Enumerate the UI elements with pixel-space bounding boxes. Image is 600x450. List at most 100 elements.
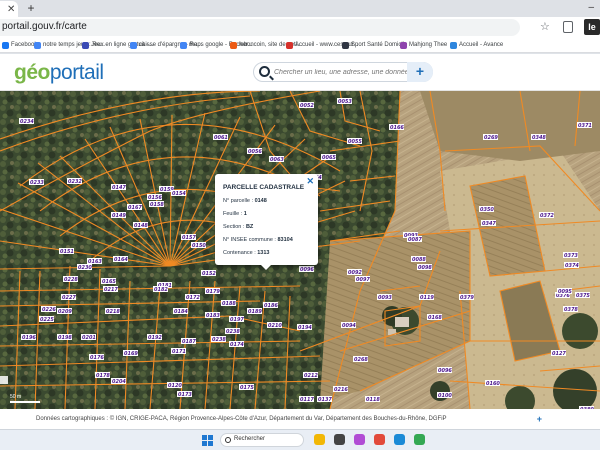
parcel-number-label[interactable]: 0178 [96,373,110,379]
parcel-number-label[interactable]: 0149 [112,213,126,219]
parcel-number-label[interactable]: 0119 [420,295,434,301]
windows-start-icon[interactable] [202,435,213,446]
chrome-icon[interactable] [414,434,425,445]
parcel-number-label[interactable]: 0065 [322,155,336,161]
parcel-number-label[interactable]: 0166 [390,125,404,131]
bookmark-star-icon[interactable]: ☆ [540,20,550,33]
extensions-icon[interactable] [563,21,573,33]
parcel-number-label[interactable]: 0226 [42,307,56,313]
parcel-number-label[interactable]: 0093 [378,295,392,301]
parcel-number-label[interactable]: 0233 [30,180,44,186]
parcel-number-label[interactable]: 0148 [134,223,148,229]
parcel-number-label[interactable]: 0192 [148,335,162,341]
parcel-number-label[interactable]: 0201 [82,335,96,341]
parcel-number-label[interactable]: 0348 [532,135,546,141]
parcel-number-label[interactable]: 0209 [58,309,72,315]
parcel-number-label[interactable]: 0174 [230,342,244,348]
parcel-number-label[interactable]: 0184 [174,309,188,315]
parcel-number-label[interactable]: 0061 [214,135,228,141]
parcel-number-label[interactable]: 0210 [268,323,282,329]
parcel-number-label[interactable]: 0173 [178,392,192,398]
parcel-number-label[interactable]: 0373 [564,253,578,259]
store-icon[interactable] [374,434,385,445]
search-icon[interactable] [259,66,270,77]
new-tab-button[interactable]: + [24,1,38,15]
parcel-number-label[interactable]: 0232 [68,179,82,185]
parcel-number-label[interactable]: 0096 [438,368,452,374]
parcel-number-label[interactable]: 0225 [40,317,54,323]
parcel-number-label[interactable]: 0187 [182,339,196,345]
parcel-number-label[interactable]: 0096 [300,267,314,273]
parcel-number-label[interactable]: 0238 [212,337,226,343]
parcel-number-label[interactable]: 0374 [565,263,579,269]
profile-avatar[interactable]: le [584,19,600,35]
parcel-number-label[interactable]: 0063 [270,157,284,163]
parcel-number-label[interactable]: 0172 [186,295,200,301]
parcel-number-label[interactable]: 0175 [240,385,254,391]
parcel-number-label[interactable]: 0154 [172,191,186,197]
parcel-number-label[interactable]: 0164 [114,257,128,263]
parcel-number-label[interactable]: 0182 [154,287,168,293]
map-view[interactable]: 0234005200530055006100560063006400650166… [0,91,600,409]
zoom-control[interactable] [0,376,8,384]
parcel-number-label[interactable]: 0371 [578,123,592,129]
parcel-number-label[interactable]: 0372 [540,213,554,219]
geoportail-logo[interactable]: géoportail [14,61,104,85]
parcel-number-label[interactable]: 0183 [206,313,220,319]
parcel-number-label[interactable]: 0197 [230,317,244,323]
parcel-number-label[interactable]: 0150 [192,243,206,249]
bookmark-item[interactable]: Sport Santé Domicile [342,40,407,50]
parcel-number-label[interactable]: 0268 [354,357,368,363]
search-input[interactable] [274,65,409,80]
parcel-number-label[interactable]: 0098 [418,265,432,271]
parcel-number-label[interactable]: 0189 [248,309,262,315]
close-tab-icon[interactable]: ✕ [7,2,15,18]
parcel-number-label[interactable]: 0227 [62,295,76,301]
parcel-number-label[interactable]: 0238 [226,329,240,335]
bookmark-item[interactable]: Accueil - Avance [450,40,503,50]
parcel-number-label[interactable]: 0269 [484,135,498,141]
bookmark-item[interactable]: Mahjong Thee [400,40,447,50]
parcel-number-label[interactable]: 0137 [318,397,332,403]
taskview-icon[interactable] [334,434,345,445]
parcel-number-label[interactable]: 0160 [486,381,500,387]
parcel-number-label[interactable]: 0169 [124,351,138,357]
parcel-number-label[interactable]: 0230 [78,265,92,271]
parcel-number-label[interactable]: 0198 [58,335,72,341]
parcel-number-label[interactable]: 0194 [298,325,312,331]
parcel-number-label[interactable]: 0171 [172,349,186,355]
parcel-number-label[interactable]: 0186 [264,303,278,309]
parcel-number-label[interactable]: 0228 [64,277,78,283]
parcel-number-label[interactable]: 0167 [128,205,142,211]
parcel-number-label[interactable]: 0217 [104,287,118,293]
parcel-number-label[interactable]: 0375 [576,293,590,299]
parcel-number-label[interactable]: 0092 [348,270,362,276]
file-explorer-icon[interactable] [314,434,325,445]
search-plus-button[interactable]: + [407,62,433,82]
minimize-icon[interactable]: – [588,2,594,13]
parcel-number-label[interactable]: 0088 [412,257,426,263]
parcel-number-label[interactable]: 0157 [182,235,196,241]
parcel-number-label[interactable]: 0196 [22,335,36,341]
parcel-number-label[interactable]: 0216 [334,387,348,393]
omnibox[interactable]: portail.gouv.fr/carte [0,19,520,36]
parcel-number-label[interactable]: 0094 [342,323,356,329]
browser-tab[interactable]: ✕ [0,1,18,17]
parcel-number-label[interactable]: 0218 [106,309,120,315]
parcel-number-label[interactable]: 0100 [438,393,452,399]
edge-icon[interactable] [394,434,405,445]
parcel-number-label[interactable]: 0204 [112,379,126,385]
parcel-number-label[interactable]: 0056 [248,149,262,155]
parcel-number-label[interactable]: 0127 [552,351,566,357]
copilot-icon[interactable] [354,434,365,445]
url-text[interactable]: portail.gouv.fr/carte [2,21,87,32]
parcel-number-label[interactable]: 0347 [482,221,496,227]
parcel-number-label[interactable]: 0156 [148,195,162,201]
parcel-number-label[interactable]: 0158 [150,202,164,208]
parcel-number-label[interactable]: 0212 [304,373,318,379]
taskbar-search[interactable]: Rechercher [220,433,304,447]
parcel-number-label[interactable]: 0165 [102,279,116,285]
parcel-number-label[interactable]: 0118 [366,397,380,403]
parcel-number-label[interactable]: 0087 [408,237,422,243]
parcel-number-label[interactable]: 0379 [460,295,474,301]
